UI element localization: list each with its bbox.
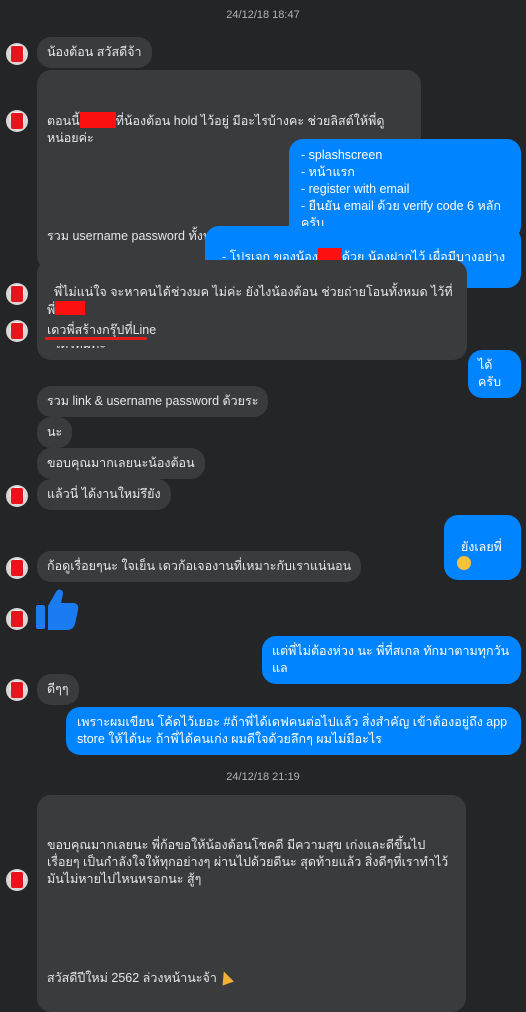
avatar[interactable] [6, 320, 28, 342]
avatar[interactable] [6, 283, 28, 305]
annotation-underline [45, 337, 147, 340]
message-incoming[interactable]: รวม link & username password ด้วยระ [37, 386, 269, 417]
message-outgoing[interactable]: เพราะผมเขียน โค้ดไว้เยอะ #ถ้าพี่ได้เดฟคน… [66, 707, 521, 755]
message-outgoing[interactable]: - splashscreen - หน้าแรก - register with… [289, 139, 521, 240]
message-outgoing[interactable]: ยังเลยพี่ [444, 515, 521, 580]
thumbs-up-icon[interactable] [34, 586, 80, 632]
message-incoming[interactable]: แล้วนี่ ได้งานใหม่รึยัง [37, 479, 171, 510]
message-incoming[interactable]: น้องต้อน สวัสดีจ้า [37, 37, 152, 68]
redaction-box [79, 112, 116, 128]
avatar[interactable] [6, 43, 28, 65]
message-incoming[interactable]: ขอบคุณมากเลยนะน้องต้อน [37, 448, 205, 479]
message-text: สวัสดีปีใหม่ 2562 ล่วงหน้านะจ้า [47, 971, 217, 985]
party-popper-emoji-icon [217, 969, 234, 986]
message-paragraph: ขอบคุณมากเลยนะ พี่ก้อขอให้น้องต้อนโชคดี … [47, 838, 452, 886]
avatar[interactable] [6, 869, 28, 891]
avatar[interactable] [6, 110, 28, 132]
message-text: ยังเลยพี่ [460, 540, 502, 554]
timestamp-middle: 24/12/18 21:19 [226, 771, 300, 783]
avatar[interactable] [6, 485, 28, 507]
message-line: สวัสดีปีใหม่ 2562 ล่วงหน้านะจ้า [47, 969, 456, 987]
grinning-sweat-emoji-icon [457, 556, 471, 570]
avatar[interactable] [6, 557, 28, 579]
avatar[interactable] [6, 679, 28, 701]
message-text: ตอนนี้ [47, 114, 80, 128]
message-text: พี่ไม่แน่ใจ จะหาคนได้ช่วงมค ไม่ค่ะ ยังไง… [47, 285, 453, 317]
message-incoming[interactable]: ดีๆๆ [37, 674, 79, 705]
avatar[interactable] [6, 608, 28, 630]
message-incoming[interactable]: ขอบคุณมากเลยนะ พี่ก้อขอให้น้องต้อนโชคดี … [37, 795, 466, 1012]
timestamp-top: 24/12/18 18:47 [226, 9, 300, 21]
message-outgoing[interactable]: แต่พี่ไม่ต้องห่วง นะ พี่ที่สเกล ทักมาตาม… [262, 636, 521, 684]
message-incoming[interactable]: ก้อดูเรื่อยๆนะ ใจเย็น เดวก้อเจองานที่เหม… [37, 551, 362, 582]
message-outgoing[interactable]: ได้ครับ [468, 350, 521, 398]
message-incoming[interactable]: เดวพี่สร้างกรุ๊ปที่Line [37, 315, 167, 346]
message-incoming[interactable]: นะ [37, 417, 73, 448]
